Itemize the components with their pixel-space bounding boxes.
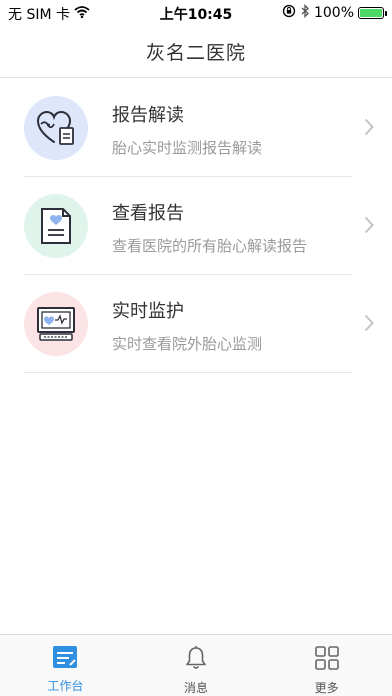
divider — [24, 372, 352, 373]
workbench-icon — [51, 645, 79, 673]
tab-workbench[interactable]: 工作台 — [0, 635, 131, 696]
tab-messages[interactable]: 消息 — [131, 635, 262, 696]
orientation-lock-icon — [282, 4, 296, 22]
menu-item-view-reports[interactable]: 查看报告 查看医院的所有胎心解读报告 — [0, 177, 392, 275]
bluetooth-icon — [300, 3, 310, 22]
menu-item-subtitle: 实时查看院外胎心监测 — [112, 335, 263, 353]
menu-item-live-monitoring[interactable]: 实时监护 实时查看院外胎心监测 — [0, 275, 392, 373]
menu-item-subtitle: 胎心实时监测报告解读 — [112, 139, 263, 157]
chevron-right-icon — [364, 314, 374, 336]
status-bar: 无 SIM 卡 上午10:45 100% — [0, 0, 392, 26]
monitor-icon — [24, 292, 88, 356]
page-title: 灰名二医院 — [145, 42, 246, 64]
menu-item-title: 报告解读 — [112, 105, 184, 126]
chevron-right-icon — [364, 118, 374, 140]
menu-item-title: 实时监护 — [112, 301, 184, 322]
tab-bar: 工作台 消息 更多 — [0, 634, 392, 696]
heart-report-icon — [24, 96, 88, 160]
grid-icon — [314, 645, 340, 675]
battery-icon — [358, 7, 387, 19]
menu-list: 报告解读 胎心实时监测报告解读 查看报告 查看医院的所有胎心解读报告 实时监护 … — [0, 79, 392, 373]
menu-item-report-interpretation[interactable]: 报告解读 胎心实时监测报告解读 — [0, 79, 392, 177]
chevron-right-icon — [364, 216, 374, 238]
document-icon — [24, 194, 88, 258]
battery-percent: 100% — [313, 5, 354, 21]
tab-label: 工作台 — [47, 679, 84, 693]
menu-item-title: 查看报告 — [112, 203, 184, 224]
app-screen: 无 SIM 卡 上午10:45 100% 灰名二医院 报告解读 胎心实时监测报告… — [0, 0, 392, 696]
tab-label: 更多 — [314, 681, 339, 695]
battery-level — [360, 9, 382, 17]
nav-bar: 灰名二医院 — [0, 26, 392, 78]
menu-item-subtitle: 查看医院的所有胎心解读报告 — [112, 237, 308, 255]
bell-icon — [183, 645, 209, 675]
tab-label: 消息 — [184, 681, 209, 695]
tab-more[interactable]: 更多 — [261, 635, 392, 696]
